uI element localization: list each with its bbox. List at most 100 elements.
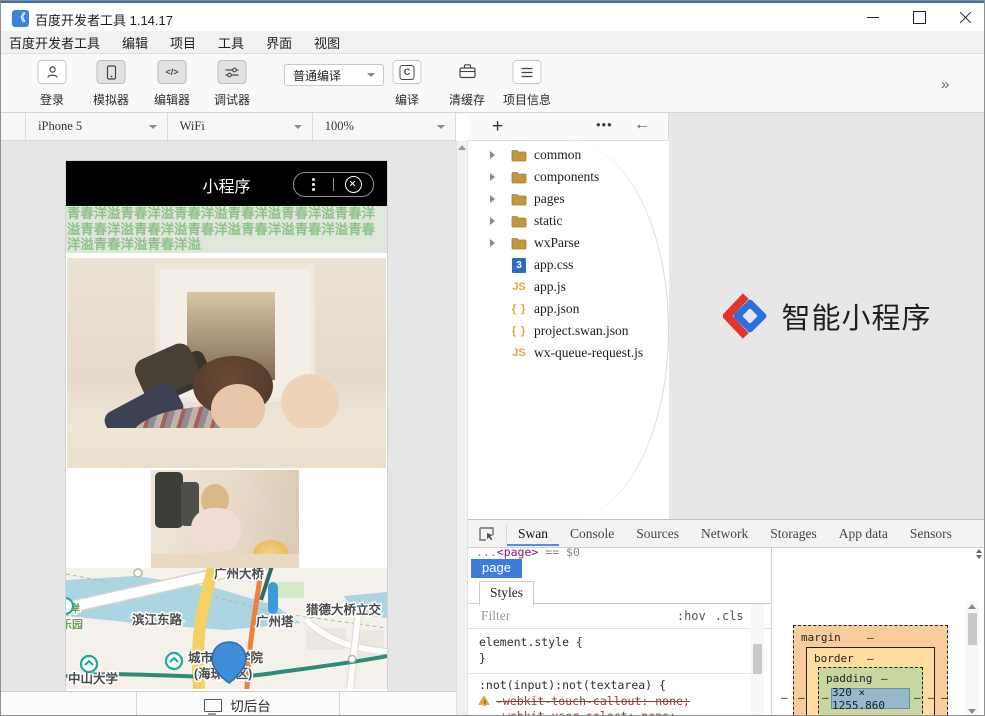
chevron-down-icon [437, 125, 445, 129]
simulator-toggle-button[interactable]: 模拟器 [87, 54, 135, 113]
css-property-row[interactable]: -webkit-user-select: none; [479, 709, 751, 716]
editor-toggle-button[interactable]: </> 编辑器 [148, 54, 196, 113]
folder-icon [510, 148, 528, 162]
map-view[interactable]: 广州大桥 猎德大桥立交 滨江东路 广州塔 城市职业学院 (海珠校区) 中山大学 … [66, 568, 387, 689]
menu-dots-icon[interactable] [294, 178, 333, 191]
map-label-university: 中山大学 [68, 671, 119, 686]
menu-tools[interactable]: 工具 [207, 33, 255, 52]
christmas-photo-image[interactable] [151, 470, 299, 568]
tab-storages[interactable]: Storages [759, 521, 828, 546]
folder-icon [510, 214, 528, 228]
box-model-content[interactable]: 320 × 1255.860 [831, 688, 910, 709]
maximize-icon [913, 11, 926, 24]
zoom-dropdown[interactable]: 100% [313, 113, 456, 140]
explorer-more-button[interactable]: ••• [596, 117, 613, 132]
toggle-class-button[interactable]: .cls [715, 609, 744, 623]
tree-item-folder[interactable]: components [468, 166, 668, 188]
compile-icon: C [393, 60, 422, 84]
tab-app-data[interactable]: App data [828, 521, 899, 546]
menu-interface[interactable]: 界面 [255, 33, 303, 52]
simulator-scrollbar[interactable] [456, 141, 468, 716]
girl-dress-shape [191, 508, 241, 552]
network-dropdown[interactable]: WiFi [168, 113, 313, 140]
close-button[interactable] [943, 3, 985, 31]
sliders-icon [218, 60, 247, 84]
json-file-icon: { } [510, 324, 528, 338]
miniapp-close-button[interactable] [334, 176, 373, 193]
boy-face-shape [211, 384, 265, 434]
folder-icon [510, 236, 528, 250]
tree-item-file[interactable]: JS wx-queue-request.js [468, 342, 668, 364]
inline-style-selector[interactable]: element.style { [479, 635, 751, 651]
scroll-up-icon [968, 604, 976, 609]
capsule-menu [293, 172, 374, 197]
list-icon [513, 60, 542, 84]
styles-rules-list: element.style { } :not(input):not(textar… [468, 629, 751, 716]
simulator-bottom-bar: 切后台 [1, 691, 456, 716]
tab-styles[interactable]: Styles [479, 581, 534, 606]
css-property-row[interactable]: -webkit-touch-callout: none; [479, 694, 751, 710]
window-title: 百度开发者工具 1.14.17 [35, 10, 173, 29]
login-button[interactable]: 登录 [28, 54, 76, 113]
dom-tree-row[interactable]: ...<page> == $0 [468, 548, 968, 561]
project-info-button[interactable]: 项目信息 [499, 54, 555, 113]
kids-photo-image[interactable] [67, 258, 386, 468]
chevron-down-icon [294, 125, 302, 129]
toolbar-overflow-button[interactable]: » [941, 76, 949, 93]
baby-head-shape [281, 374, 339, 430]
menu-project[interactable]: 项目 [159, 33, 207, 52]
device-model-value: iPhone 5 [38, 119, 82, 134]
inspect-element-button[interactable] [468, 525, 507, 543]
tab-swan[interactable]: Swan [507, 521, 559, 546]
code-icon: </> [158, 60, 187, 84]
chevron-right-icon [490, 239, 495, 247]
add-file-button[interactable]: + [492, 116, 503, 138]
explorer-header: + ••• ← [468, 113, 669, 141]
smart-program-logo-icon [723, 293, 769, 339]
menu-view[interactable]: 视图 [303, 33, 351, 52]
menu-edit[interactable]: 编辑 [111, 33, 159, 52]
tree-item-folder[interactable]: wxParse [468, 232, 668, 254]
compile-mode-dropdown[interactable]: 普通编译 [284, 64, 384, 86]
toggle-hover-state-button[interactable]: :hov [677, 609, 706, 623]
js-file-icon: JS [510, 346, 528, 360]
devtools-pane-divider[interactable] [771, 548, 772, 716]
minimize-button[interactable] [851, 3, 895, 31]
editor-placeholder: 智能小程序 [669, 113, 985, 519]
tree-item-file[interactable]: 3 app.css [468, 254, 668, 276]
chevron-right-icon [490, 217, 495, 225]
menu-bar: 百度开发者工具 编辑 项目 工具 界面 视图 [1, 31, 985, 54]
tab-network[interactable]: Network [690, 521, 759, 546]
styles-scrollbar[interactable] [751, 604, 764, 716]
tab-console[interactable]: Console [559, 521, 625, 546]
compile-button[interactable]: C 编译 [380, 54, 434, 113]
device-bar-spacer [1, 113, 26, 140]
dom-tree-scroll-arrows[interactable] [974, 549, 984, 559]
tree-item-folder[interactable]: static [468, 210, 668, 232]
tree-item-folder[interactable]: pages [468, 188, 668, 210]
user-icon [38, 60, 67, 84]
styles-filter-input[interactable] [479, 607, 668, 625]
clear-cache-button[interactable]: 清缓存 [441, 54, 493, 113]
tree-item-file[interactable]: JS app.js [468, 276, 668, 298]
menu-app[interactable]: 百度开发者工具 [9, 33, 111, 52]
tree-item-file[interactable]: { } app.json [468, 298, 668, 320]
tab-sources[interactable]: Sources [625, 521, 690, 546]
tab-sensors[interactable]: Sensors [899, 521, 963, 546]
js-file-icon: JS [510, 280, 528, 294]
floor-shape [151, 554, 299, 568]
tree-item-file[interactable]: { } project.swan.json [468, 320, 668, 342]
devtools-tab-bar: Swan Console Sources Network Storages Ap… [468, 520, 985, 548]
collapse-panel-button[interactable]: ← [634, 116, 650, 134]
switch-background-button[interactable]: 切后台 [136, 692, 339, 716]
debugger-toggle-button[interactable]: 调试器 [208, 54, 256, 113]
box-model-scrollbar[interactable] [965, 601, 979, 716]
map-label-bridge: 广州大桥 [214, 568, 265, 581]
maximize-button[interactable] [897, 3, 941, 31]
title-bar: 《 百度开发者工具 1.14.17 [1, 1, 985, 31]
device-model-dropdown[interactable]: iPhone 5 [26, 113, 168, 140]
app-logo-icon: 《 [12, 10, 29, 27]
map-label-tower: 广州塔 [256, 614, 294, 629]
rule-selector[interactable]: :not(input):not(textarea) { [479, 678, 751, 694]
tree-item-folder[interactable]: common [468, 144, 668, 166]
